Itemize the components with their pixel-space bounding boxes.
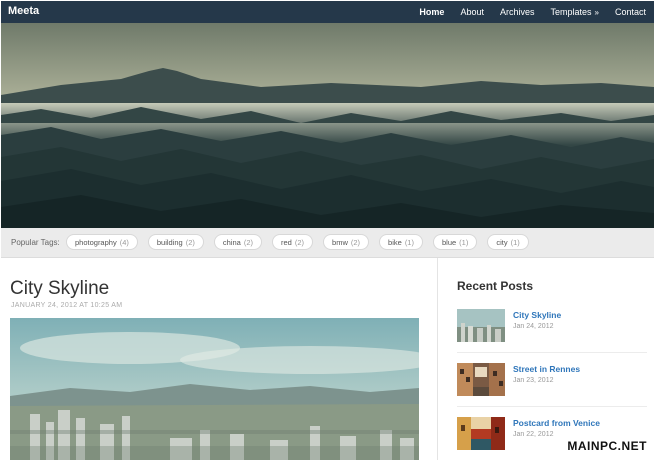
- tag-count: (1): [404, 238, 414, 247]
- nav-templates[interactable]: Templates»: [542, 1, 606, 23]
- main-nav: Home About Archives Templates» Contact: [411, 1, 654, 23]
- recent-post-item[interactable]: City Skyline Jan 24, 2012: [457, 309, 647, 355]
- recent-posts-heading: Recent Posts: [457, 279, 534, 293]
- post-date: JANUARY 24, 2012 AT 10:25 AM: [11, 302, 123, 309]
- street-thumb[interactable]: [457, 363, 505, 396]
- tag-count: (2): [185, 238, 195, 247]
- recent-post-date: Jan 22, 2012: [513, 431, 554, 438]
- recent-post-item[interactable]: Street in Rennes Jan 23, 2012: [457, 363, 647, 409]
- tag-count: (2): [243, 238, 254, 247]
- tag-name: blue: [441, 238, 457, 247]
- tag-name: city: [496, 238, 508, 247]
- post-title[interactable]: City Skyline: [10, 278, 109, 300]
- column-divider: [437, 258, 438, 460]
- popular-tags-label: Popular Tags:: [11, 238, 60, 247]
- submenu-caret-icon: »: [594, 8, 599, 17]
- city-thumb[interactable]: [457, 309, 505, 342]
- tag-name: building: [156, 238, 183, 247]
- nav-contact[interactable]: Contact: [607, 1, 654, 23]
- popular-tags-bar: Popular Tags: photography (4) building (2)…: [1, 228, 654, 258]
- tag-count: (1): [459, 238, 469, 247]
- site-brand[interactable]: Meeta: [8, 5, 39, 17]
- watermark-text: MAINPC.NET: [567, 439, 647, 453]
- venice-thumb[interactable]: [457, 417, 505, 450]
- tag-bmw[interactable]: bmw (2): [323, 234, 370, 250]
- nav-archives-label: Archives: [499, 7, 535, 17]
- tag-name: china: [222, 238, 241, 247]
- nav-archives[interactable]: Archives: [492, 1, 543, 23]
- tag-count: (2): [294, 238, 305, 247]
- tag-blue[interactable]: blue (1): [432, 234, 478, 250]
- tag-bike[interactable]: bike (1): [379, 234, 423, 250]
- nav-contact-label: Contact: [614, 7, 646, 17]
- tag-count: (2): [350, 238, 361, 247]
- recent-post-title[interactable]: Postcard from Venice: [513, 418, 600, 428]
- tag-name: bmw: [332, 238, 348, 247]
- tag-name: photography: [75, 238, 117, 247]
- tag-count: (1): [510, 238, 520, 247]
- nav-templates-label: Templates: [550, 7, 592, 17]
- recent-post-date: Jan 23, 2012: [513, 377, 554, 384]
- nav-home-label: Home: [419, 7, 445, 17]
- recent-post-date: Jan 24, 2012: [513, 323, 554, 330]
- recent-post-title[interactable]: Street in Rennes: [513, 364, 580, 374]
- tag-name: bike: [388, 238, 402, 247]
- top-navigation-bar: Meeta Home About Archives Templates» Con…: [1, 1, 654, 23]
- nav-home[interactable]: Home: [411, 1, 452, 23]
- hero-banner-image: [1, 23, 654, 228]
- tag-list: photography (4) building (2) china (2) red(…: [66, 234, 539, 250]
- tag-photography[interactable]: photography (4): [66, 234, 138, 250]
- post-featured-image[interactable]: [10, 318, 419, 460]
- recent-post-separator: [457, 406, 647, 407]
- tag-red[interactable]: red (2): [272, 234, 314, 250]
- nav-about-label: About: [460, 7, 484, 17]
- nav-about[interactable]: About: [452, 1, 492, 23]
- tag-city[interactable]: city (1): [487, 234, 529, 250]
- recent-post-title[interactable]: City Skyline: [513, 310, 561, 320]
- tag-count: (4): [119, 238, 129, 247]
- tag-china[interactable]: china (2): [213, 234, 263, 250]
- tag-building[interactable]: building (2): [147, 234, 204, 250]
- recent-post-separator: [457, 352, 647, 353]
- tag-name: red: [281, 238, 292, 247]
